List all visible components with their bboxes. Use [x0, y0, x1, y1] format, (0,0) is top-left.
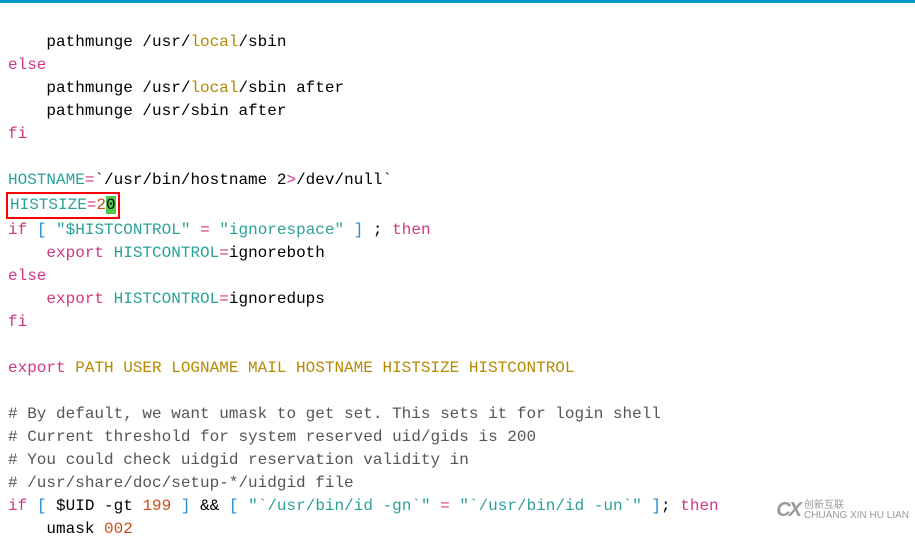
watermark-text: 创新互联 CHUANG XIN HU LIAN: [804, 501, 909, 521]
code-line: else: [8, 267, 46, 285]
highlight-box: HISTSIZE=20: [6, 192, 120, 219]
code-editor-content: pathmunge /usr/local/sbin else pathmunge…: [0, 3, 915, 546]
code-line: fi: [8, 125, 27, 143]
code-line: # Current threshold for system reserved …: [8, 428, 536, 446]
code-line: # /usr/share/doc/setup-*/uidgid file: [8, 474, 354, 492]
watermark: CX 创新互联 CHUANG XIN HU LIAN: [776, 499, 909, 522]
code-line: # By default, we want umask to get set. …: [8, 405, 661, 423]
code-line: umask 002: [8, 520, 133, 538]
blank-line: [8, 336, 18, 354]
code-line: # You could check uidgid reservation val…: [8, 451, 469, 469]
code-line: if [ $UID -gt 199 ] && [ "`/usr/bin/id -…: [8, 497, 719, 515]
code-line: HOSTNAME=`/usr/bin/hostname 2>/dev/null`: [8, 171, 392, 189]
code-line: fi: [8, 313, 27, 331]
highlighted-line: HISTSIZE=20: [8, 196, 120, 214]
code-line: pathmunge /usr/local/sbin after: [8, 79, 344, 97]
code-line: export HISTCONTROL=ignoredups: [8, 290, 325, 308]
cursor: 0: [106, 196, 116, 214]
code-line: else: [8, 56, 46, 74]
code-line: if [ "$HISTCONTROL" = "ignorespace" ] ; …: [8, 221, 431, 239]
code-line: export PATH USER LOGNAME MAIL HOSTNAME H…: [8, 359, 575, 377]
code-line: pathmunge /usr/sbin after: [8, 102, 286, 120]
code-line: pathmunge /usr/local/sbin: [8, 33, 286, 51]
blank-line: [8, 382, 18, 400]
watermark-logo-icon: CX: [776, 499, 800, 522]
code-line: export HISTCONTROL=ignoreboth: [8, 244, 325, 262]
blank-line: [8, 148, 18, 166]
